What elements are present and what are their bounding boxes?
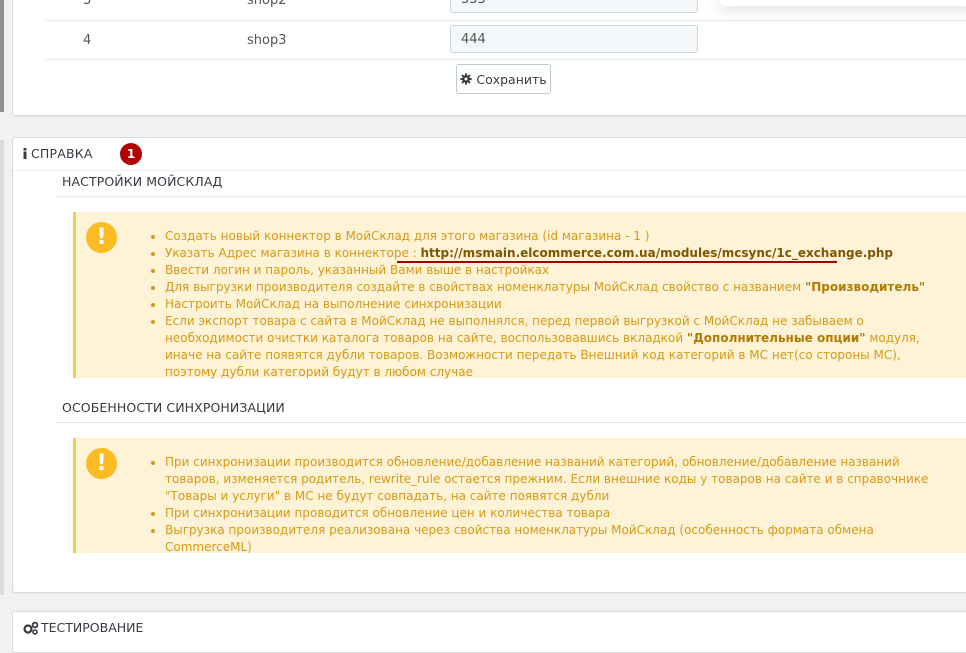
left-scroll-strip: [0, 0, 4, 112]
list-item-text: Указать Адрес магазина в коннекторе :: [165, 246, 421, 260]
table-row: 4 shop3: [45, 20, 966, 59]
shops-panel: 3 shop2 4 shop3 Сохранить: [12, 0, 966, 116]
row-number: 3: [83, 0, 92, 8]
save-button-label: Сохранить: [476, 71, 547, 87]
list-item: Ввести логин и пароль, указанный Вами вы…: [151, 262, 951, 279]
warning-icon: !: [86, 222, 117, 253]
section-divider: [57, 196, 966, 197]
connector-url: http://msmain.elcommerce.com.ua/modules/…: [420, 246, 894, 260]
bold-text: "Дополнительные опции": [686, 331, 866, 345]
popup-shadow: [720, 0, 966, 6]
list-item: Если экспорт товара с сайта в МойСклад н…: [151, 313, 951, 381]
help-panel-title: СПРАВКА: [31, 146, 93, 161]
list-item: Указать Адрес магазина в коннекторе : ht…: [151, 245, 951, 262]
annotation-underline: [397, 261, 837, 263]
testing-panel[interactable]: ТЕСТИРОВАНИЕ: [12, 611, 966, 653]
shop-name: shop3: [247, 33, 287, 48]
sync-list: При синхронизации производится обновлени…: [151, 454, 951, 556]
list-item: При синхронизации проводится обновление …: [151, 505, 951, 522]
section-divider: [57, 422, 966, 423]
list-item: Настроить МойСклад на выполнение синхрон…: [151, 296, 951, 313]
list-item: Для выгрузки производителя создайте в св…: [151, 279, 951, 296]
sync-alert: ! При синхронизации производится обновле…: [73, 438, 966, 556]
shop-name: shop2: [247, 0, 287, 8]
info-icon: [23, 148, 27, 159]
settings-alert: ! Создать новый коннектор в МойСклад для…: [73, 212, 966, 381]
step-badge: 1: [120, 143, 142, 165]
help-panel: СПРАВКА 1 НАСТРОЙКИ МОЙСКЛАД ! Создать н…: [12, 137, 966, 593]
left-border-strip: [0, 140, 4, 595]
shop-id-input[interactable]: [450, 0, 698, 13]
list-item-text: Для выгрузки производителя создайте в св…: [165, 280, 805, 294]
list-item: Выгрузка производителя реализована через…: [151, 522, 951, 556]
help-panel-header: СПРАВКА 1: [13, 138, 966, 171]
section-title-settings: НАСТРОЙКИ МОЙСКЛАД: [62, 174, 223, 189]
list-item: Создать новый коннектор в МойСклад для э…: [151, 228, 951, 245]
table-divider: [45, 59, 966, 60]
shop-id-input[interactable]: [450, 25, 698, 53]
section-title-sync: ОСОБЕННОСТИ СИНХРОНИЗАЦИИ: [62, 400, 285, 415]
gear-icon: [460, 73, 472, 85]
settings-list: Создать новый коннектор в МойСклад для э…: [151, 228, 951, 381]
bold-text: "Производитель": [804, 280, 926, 294]
save-button[interactable]: Сохранить: [456, 64, 551, 94]
warning-icon: !: [86, 448, 117, 479]
list-item: При синхронизации производится обновлени…: [151, 454, 951, 505]
row-number: 4: [83, 33, 92, 48]
